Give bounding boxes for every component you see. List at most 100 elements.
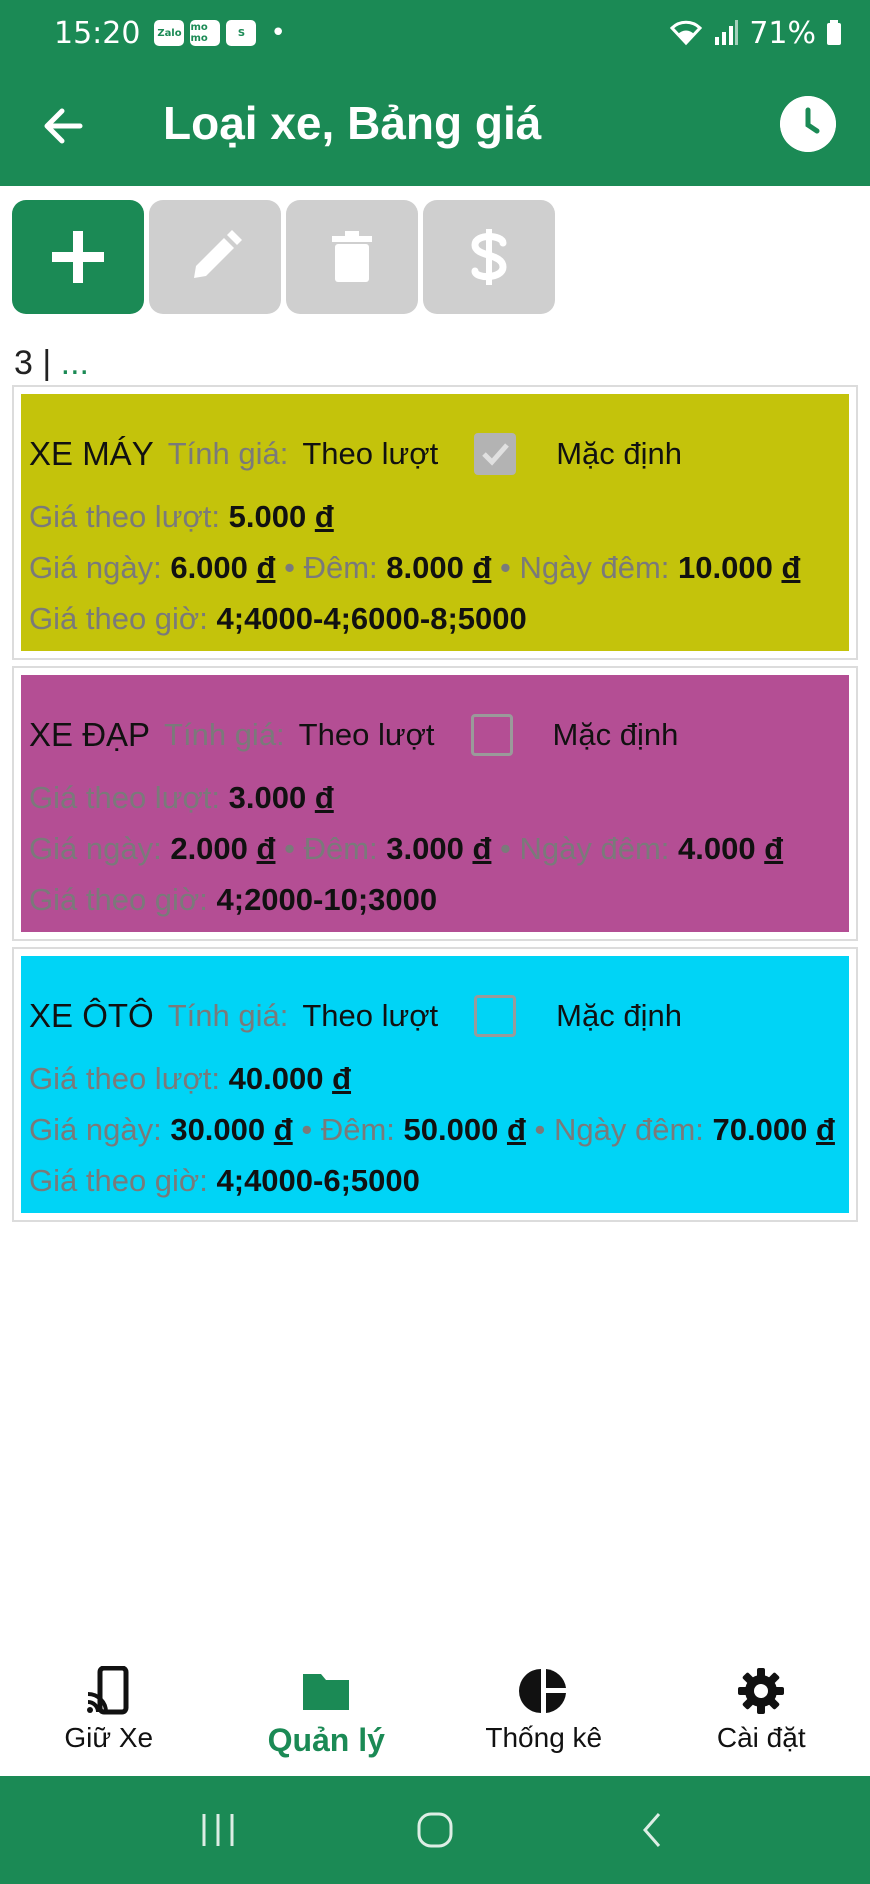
nav-label: Thống kê: [485, 1722, 603, 1753]
day-night-value: 4.000: [678, 831, 756, 866]
vehicle-card[interactable]: XE MÁY Tính giá: Theo lượt Mặc định Giá …: [21, 394, 849, 651]
day-value: 6.000: [170, 550, 248, 585]
default-checkbox[interactable]: [470, 714, 513, 756]
back-arrow-icon[interactable]: [38, 98, 88, 154]
currency: đ: [506, 1112, 526, 1147]
nav-item-thong-ke[interactable]: Thống kê: [435, 1650, 653, 1776]
bullet-separator: •: [292, 1112, 321, 1147]
hourly-value: 4;2000-10;3000: [216, 882, 438, 917]
currency: đ: [314, 499, 334, 534]
per-turn-value: 3.000: [228, 780, 307, 815]
list-item[interactable]: XE MÁY Tính giá: Theo lượt Mặc định Giá …: [12, 385, 858, 660]
vehicle-name: XE ÔTÔ: [29, 997, 154, 1034]
hourly-label: Giá theo giờ:: [29, 601, 208, 636]
status-bar: 15:20 Zalo mo mo S • 71%: [0, 0, 870, 66]
page-title: Loại xe, Bảng giá: [163, 97, 542, 149]
edit-icon: [194, 230, 242, 278]
currency: đ: [273, 1112, 293, 1147]
shopee-icon: S: [226, 20, 257, 46]
vehicle-card[interactable]: XE ÔTÔ Tính giá: Theo lượt Mặc định Giá …: [21, 956, 849, 1213]
item-count: 3 | ...: [14, 344, 89, 383]
add-button[interactable]: [12, 200, 144, 314]
default-label: Mặc định: [556, 998, 682, 1033]
bullet-separator: •: [525, 1112, 554, 1147]
back-icon: [642, 1813, 660, 1847]
bullet-separator: •: [491, 831, 520, 866]
pricing-mode: Theo lượt: [302, 436, 439, 471]
currency: đ: [764, 831, 784, 866]
per-turn-value: 40.000: [228, 1061, 324, 1096]
currency: đ: [332, 1061, 352, 1096]
nav-item-quan-ly[interactable]: Quản lý: [218, 1650, 436, 1776]
vehicle-card[interactable]: XE ĐẠP Tính giá: Theo lượt Mặc định Giá …: [21, 675, 849, 932]
night-value: 8.000: [386, 550, 464, 585]
signal-icon: [715, 20, 739, 45]
recent-apps-icon: [202, 1814, 234, 1846]
night-label: Đêm:: [320, 1112, 395, 1147]
edit-button[interactable]: [149, 200, 281, 314]
default-checkbox[interactable]: [474, 995, 517, 1037]
nav-label: Cài đặt: [716, 1722, 806, 1753]
day-night-value: 10.000: [678, 550, 773, 585]
vehicle-list: XE MÁY Tính giá: Theo lượt Mặc định Giá …: [12, 385, 858, 1228]
day-label: Giá ngày:: [29, 831, 162, 866]
delete-button[interactable]: [286, 200, 418, 314]
pricing-label: Tính giá:: [167, 998, 289, 1033]
momo-icon: mo mo: [190, 20, 221, 46]
back-button[interactable]: [622, 1800, 682, 1860]
phone-cast-icon: [86, 1666, 129, 1715]
action-toolbar: [12, 200, 555, 314]
day-label: Giá ngày:: [29, 550, 162, 585]
price-button[interactable]: [423, 200, 555, 314]
per-turn-label: Giá theo lượt:: [29, 1061, 220, 1096]
bullet-separator: •: [491, 550, 520, 585]
home-icon: [417, 1812, 453, 1848]
system-navigation-bar: [0, 1776, 870, 1884]
default-label: Mặc định: [556, 436, 682, 471]
nav-item-cai-dat[interactable]: Cài đặt: [653, 1650, 870, 1776]
vehicle-name: XE ĐẠP: [29, 716, 151, 753]
day-night-value: 70.000: [712, 1112, 808, 1147]
recent-apps-button[interactable]: [188, 1800, 248, 1860]
vehicle-name: XE MÁY: [29, 435, 154, 472]
list-item[interactable]: XE ÔTÔ Tính giá: Theo lượt Mặc định Giá …: [12, 947, 858, 1222]
home-button[interactable]: [405, 1800, 465, 1860]
currency: đ: [256, 831, 276, 866]
day-value: 30.000: [170, 1112, 266, 1147]
check-icon: [482, 443, 510, 466]
per-turn-label: Giá theo lượt:: [29, 780, 220, 815]
hourly-label: Giá theo giờ:: [29, 1163, 208, 1198]
pricing-mode: Theo lượt: [302, 998, 439, 1033]
wifi-icon: [670, 20, 703, 46]
count-value: 3 |: [14, 344, 61, 382]
nav-label: Giữ Xe: [64, 1722, 154, 1753]
clock-icon[interactable]: [780, 96, 836, 152]
default-checkbox[interactable]: [474, 433, 517, 475]
battery-icon: [827, 20, 841, 45]
add-icon: [52, 231, 104, 283]
currency: đ: [472, 831, 492, 866]
trash-icon: [332, 231, 372, 282]
night-label: Đêm:: [303, 831, 378, 866]
nav-item-giu-xe[interactable]: Giữ Xe: [0, 1650, 218, 1776]
default-label: Mặc định: [552, 717, 679, 752]
day-label: Giá ngày:: [29, 1112, 162, 1147]
currency: đ: [815, 1112, 835, 1147]
more-link[interactable]: ...: [61, 344, 89, 382]
day-night-label: Ngày đêm:: [554, 1112, 704, 1147]
night-label: Đêm:: [303, 550, 378, 585]
bottom-navigation: Giữ Xe Quản lý Thống kê Cài đặt: [0, 1650, 870, 1776]
dollar-icon: [471, 229, 507, 285]
pricing-label: Tính giá:: [167, 436, 289, 471]
day-night-label: Ngày đêm:: [519, 550, 670, 585]
pricing-mode: Theo lượt: [298, 717, 435, 752]
day-value: 2.000: [170, 831, 248, 866]
zalo-icon: Zalo: [154, 20, 185, 46]
currency: đ: [314, 780, 334, 815]
list-item[interactable]: XE ĐẠP Tính giá: Theo lượt Mặc định Giá …: [12, 666, 858, 941]
hourly-label: Giá theo giờ:: [29, 882, 208, 917]
currency: đ: [781, 550, 801, 585]
bullet-separator: •: [275, 550, 304, 585]
more-notifications-dot: •: [270, 18, 286, 48]
status-time: 15:20: [54, 15, 141, 51]
